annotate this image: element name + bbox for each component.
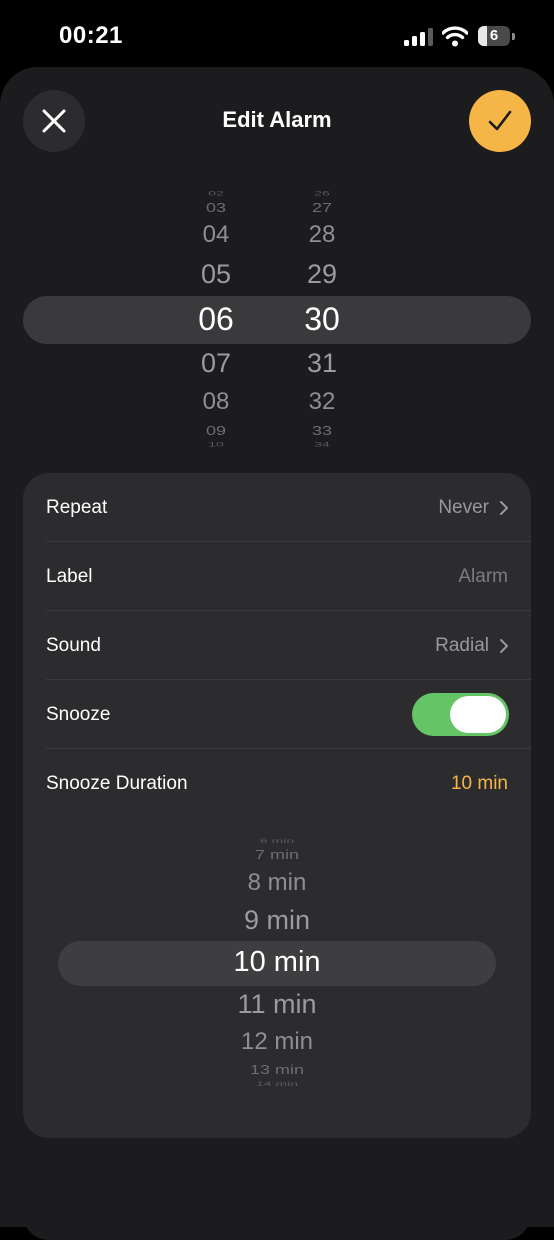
- save-button[interactable]: [469, 90, 531, 152]
- minute-option[interactable]: 31: [282, 350, 362, 377]
- snooze-option[interactable]: 11 min: [23, 991, 531, 1018]
- snooze-option[interactable]: 9 min: [23, 907, 531, 934]
- hour-option[interactable]: 04: [176, 223, 256, 247]
- checkmark-icon: [488, 110, 512, 131]
- snooze-option[interactable]: 13 min: [23, 1064, 531, 1077]
- hour-option[interactable]: 05: [176, 261, 256, 288]
- snooze-option[interactable]: 10 min: [23, 948, 531, 977]
- minute-option[interactable]: 28: [282, 223, 362, 247]
- battery-percentage: 6: [489, 27, 499, 44]
- hour-option[interactable]: 08: [176, 390, 256, 414]
- minute-option[interactable]: 33: [282, 425, 362, 438]
- minute-option[interactable]: 34: [282, 441, 362, 447]
- cellular-signal-icon: [404, 28, 433, 46]
- hour-option[interactable]: 10: [176, 441, 256, 447]
- battery-icon: 6: [478, 26, 516, 46]
- hour-option[interactable]: 06: [176, 303, 256, 335]
- snooze-option[interactable]: 6 min: [23, 838, 531, 844]
- hour-option[interactable]: 03: [176, 202, 256, 215]
- minute-option[interactable]: 29: [282, 261, 362, 288]
- snooze-option[interactable]: 12 min: [23, 1030, 531, 1054]
- minute-option[interactable]: 27: [282, 202, 362, 215]
- snooze-duration-wheel[interactable]: 6 min 7 min 8 min 9 min 10 min 11 min 12 min 13…: [23, 473, 531, 1138]
- minute-option[interactable]: 30: [282, 303, 362, 335]
- hour-option[interactable]: 07: [176, 350, 256, 377]
- next-section-card: [23, 1160, 531, 1240]
- snooze-option[interactable]: 14 min: [23, 1081, 531, 1087]
- snooze-option[interactable]: 8 min: [23, 871, 531, 895]
- snooze-option[interactable]: 7 min: [23, 849, 531, 862]
- wifi-icon: [442, 26, 468, 47]
- status-time: 00:21: [59, 22, 123, 49]
- time-picker-selection: [23, 296, 531, 344]
- hour-option[interactable]: 02: [176, 190, 256, 196]
- minute-option[interactable]: 26: [282, 190, 362, 196]
- hour-option[interactable]: 09: [176, 425, 256, 438]
- settings-card: Repeat Never Label Alarm Sound Radial Sn…: [23, 473, 531, 1138]
- status-bar: 00:21 6: [0, 0, 554, 70]
- minute-option[interactable]: 32: [282, 390, 362, 414]
